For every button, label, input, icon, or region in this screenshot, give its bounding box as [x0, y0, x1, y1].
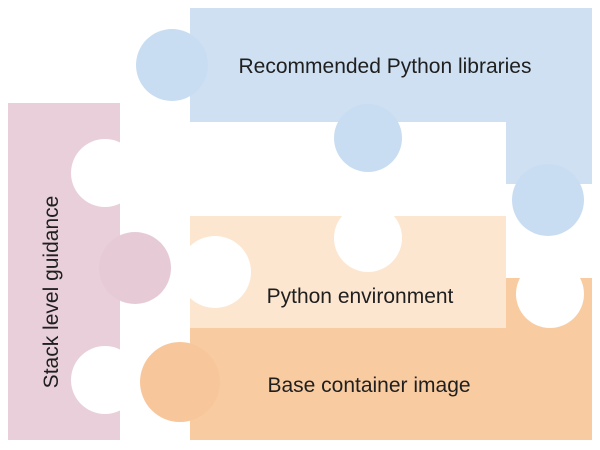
python-environment-slot-left	[179, 236, 251, 308]
python-environment-slot-top	[334, 204, 402, 272]
puzzle-piece-python-environment: Python environment	[179, 204, 506, 328]
python-environment-label: Python environment	[267, 285, 454, 308]
recommended-libraries-bottom-tab	[334, 104, 402, 172]
puzzle-diagram-canvas: Stack level guidance Base container imag…	[8, 8, 592, 440]
recommended-libraries-left-tab	[136, 29, 208, 101]
recommended-libraries-label: Recommended Python libraries	[239, 55, 532, 78]
stack-guidance-slot-bottom	[71, 346, 139, 414]
base-image-tab	[140, 342, 220, 422]
puzzle-diagram: Stack level guidance Base container imag…	[0, 0, 600, 450]
recommended-libraries-right-tab	[512, 164, 584, 236]
stack-guidance-label: Stack level guidance	[40, 196, 63, 389]
base-image-slot	[516, 260, 584, 328]
stack-guidance-tab	[99, 232, 171, 304]
stack-guidance-slot-top	[71, 139, 139, 207]
base-image-label: Base container image	[267, 374, 470, 397]
puzzle-piece-recommended-libraries: Recommended Python libraries	[136, 8, 592, 236]
